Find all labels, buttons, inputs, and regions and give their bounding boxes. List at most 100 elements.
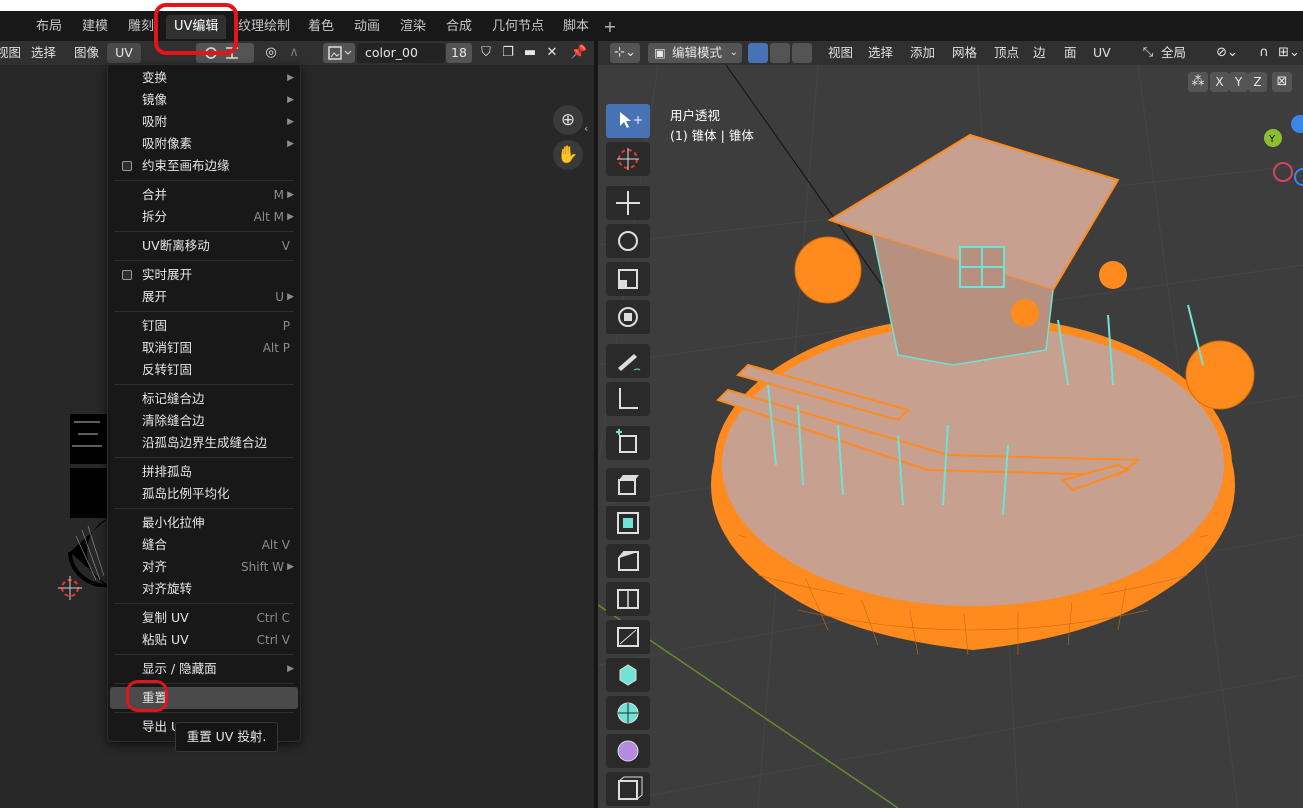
menu-item-stitch[interactable]: 缝合 Alt V <box>108 534 300 556</box>
add-cube-tool[interactable] <box>606 426 650 460</box>
menu-item-unpin[interactable]: 取消钉固 Alt P <box>108 337 300 359</box>
hand-pan-icon[interactable]: ✋ <box>553 140 583 170</box>
spin-tool[interactable] <box>606 696 650 730</box>
menu-view[interactable]: 视图 <box>0 41 21 65</box>
duplicate-icon[interactable]: ❐ <box>498 43 518 63</box>
rotate-tool[interactable] <box>606 224 650 258</box>
pin-icon[interactable]: 📌 <box>569 43 589 63</box>
snap-magnet-icon[interactable]: ∩ <box>1254 43 1274 63</box>
menu-item-seams-from-islands[interactable]: 沿孤岛边界生成缝合边 <box>108 432 300 454</box>
menu-select[interactable]: 选择 <box>31 41 56 65</box>
auto-merge-icon[interactable]: ⊠ <box>1272 72 1292 92</box>
image-browse-button[interactable] <box>323 43 355 63</box>
checkbox-icon[interactable] <box>122 270 132 280</box>
vp-menu-mesh[interactable]: 网格 <box>952 41 977 65</box>
menu-item-live-unwrap[interactable]: 实时展开 <box>108 264 300 286</box>
tab-rendering[interactable]: 渲染 <box>392 15 434 39</box>
menu-item-snap-pixels[interactable]: 吸附像素 ▶ <box>108 133 300 155</box>
menu-item-paste-uv[interactable]: 粘贴 UV Ctrl V <box>108 629 300 651</box>
gizmo-z-axis[interactable] <box>1291 115 1303 133</box>
menu-item-constrain-bounds[interactable]: 约束至画布边缘 <box>108 155 300 177</box>
menu-item-merge[interactable]: 合并 M ▶ <box>108 184 300 206</box>
transform-orientation-icon[interactable]: ⤡ <box>1138 43 1158 63</box>
transform-orientation-label[interactable]: 全局 <box>1161 41 1186 65</box>
menu-item-show-hide-faces[interactable]: 显示 / 隐藏面 ▶ <box>108 658 300 680</box>
unlink-icon[interactable]: ✕ <box>542 43 562 63</box>
gizmo-neg-z-axis[interactable] <box>1294 168 1303 186</box>
extrude-tool[interactable] <box>606 468 650 502</box>
tab-texture-paint[interactable]: 纹理绘制 <box>230 15 298 39</box>
zoom-icon[interactable]: ⊕ <box>553 105 583 135</box>
inset-tool[interactable] <box>606 506 650 540</box>
add-workspace-button[interactable]: + <box>600 15 620 39</box>
menu-image[interactable]: 图像 <box>74 41 99 65</box>
falloff-icon[interactable]: ∧ <box>284 43 304 63</box>
select-box-tool[interactable] <box>606 104 650 138</box>
proportional-edit-icon[interactable]: ◎ <box>261 43 281 63</box>
vp-menu-edge[interactable]: 边 <box>1033 41 1046 65</box>
menu-item-unwrap[interactable]: 展开 U ▶ <box>108 286 300 308</box>
menu-item-align[interactable]: 对齐 Shift W ▶ <box>108 556 300 578</box>
snap-target-icon[interactable]: ⊞⌄ <box>1274 43 1303 63</box>
annotate-tool[interactable] <box>606 344 650 378</box>
2d-cursor-icon[interactable] <box>58 576 82 600</box>
face-select-mode-button[interactable] <box>792 43 812 63</box>
image-users-count[interactable]: 18 <box>446 43 472 63</box>
tab-scripting[interactable]: 脚本 <box>555 15 597 39</box>
vp-menu-add[interactable]: 添加 <box>910 41 935 65</box>
menu-item-minimize-stretch[interactable]: 最小化拉伸 <box>108 512 300 534</box>
fake-user-icon[interactable]: ⛉ <box>476 43 496 63</box>
navigation-gizmo[interactable]: Y <box>1258 112 1303 192</box>
scale-tool[interactable] <box>606 262 650 296</box>
menu-item-pack-islands[interactable]: 拼排孤岛 <box>108 461 300 483</box>
cursor-tool[interactable] <box>606 142 650 176</box>
vp-menu-vertex[interactable]: 顶点 <box>994 41 1019 65</box>
vp-menu-face[interactable]: 面 <box>1064 41 1077 65</box>
menu-item-average-island-scale[interactable]: 孤岛比例平均化 <box>108 483 300 505</box>
pivot-point-icon[interactable]: ⊘⌄ <box>1212 43 1242 63</box>
bevel-tool[interactable] <box>606 544 650 578</box>
tab-geometry-nodes[interactable]: 几何节点 <box>484 15 552 39</box>
poly-build-tool[interactable] <box>606 658 650 692</box>
knife-tool[interactable] <box>606 620 650 654</box>
menu-item-align-rotation[interactable]: 对齐旋转 <box>108 578 300 600</box>
tab-shading[interactable]: 着色 <box>300 15 342 39</box>
transform-tool[interactable] <box>606 300 650 334</box>
folder-icon[interactable]: ▬ <box>520 43 540 63</box>
move-tool[interactable] <box>606 186 650 220</box>
menu-item-clear-seam[interactable]: 清除缝合边 <box>108 410 300 432</box>
vertex-select-mode-button[interactable] <box>748 43 768 63</box>
mode-selector[interactable]: ▣ 编辑模式 ⌄ <box>648 43 742 63</box>
menu-item-invert-pins[interactable]: 反转钉固 <box>108 359 300 381</box>
menu-item-transform[interactable]: 变换 ▶ <box>108 67 300 89</box>
menu-item-split[interactable]: 拆分 Alt M ▶ <box>108 206 300 228</box>
menu-item-rip-move[interactable]: UV断离移动 V <box>108 235 300 257</box>
image-name-field[interactable]: color_00 <box>357 43 445 63</box>
measure-tool[interactable] <box>606 382 650 416</box>
menu-item-mark-seam[interactable]: 标记缝合边 <box>108 388 300 410</box>
tab-compositing[interactable]: 合成 <box>438 15 480 39</box>
mirror-y-toggle[interactable]: Y <box>1229 72 1248 92</box>
collapse-arrow-icon[interactable]: ‹ <box>584 122 588 135</box>
menu-item-mirror[interactable]: 镜像 ▶ <box>108 89 300 111</box>
smooth-tool[interactable] <box>606 734 650 768</box>
loop-cut-tool[interactable] <box>606 582 650 616</box>
vp-menu-view[interactable]: 视图 <box>828 41 853 65</box>
mirror-z-toggle[interactable]: Z <box>1248 72 1267 92</box>
tab-layout[interactable]: 布局 <box>28 15 70 39</box>
checkbox-icon[interactable] <box>122 161 132 171</box>
edge-select-mode-button[interactable] <box>770 43 790 63</box>
menu-item-copy-uv[interactable]: 复制 UV Ctrl C <box>108 607 300 629</box>
tab-modeling[interactable]: 建模 <box>74 15 116 39</box>
mirror-x-toggle[interactable]: X <box>1210 72 1229 92</box>
gizmo-neg-x-axis[interactable] <box>1273 162 1293 182</box>
menu-item-pin[interactable]: 钉固 P <box>108 315 300 337</box>
menu-item-snap[interactable]: 吸附 ▶ <box>108 111 300 133</box>
mirror-icon[interactable]: ⁂ <box>1188 72 1208 92</box>
vp-menu-uv[interactable]: UV <box>1093 41 1111 65</box>
edge-slide-tool[interactable] <box>606 772 650 806</box>
menu-uv[interactable]: UV <box>107 43 141 63</box>
editor-type-icon[interactable]: ⊹⌄ <box>610 43 640 63</box>
vp-menu-select[interactable]: 选择 <box>868 41 893 65</box>
tab-animation[interactable]: 动画 <box>346 15 388 39</box>
